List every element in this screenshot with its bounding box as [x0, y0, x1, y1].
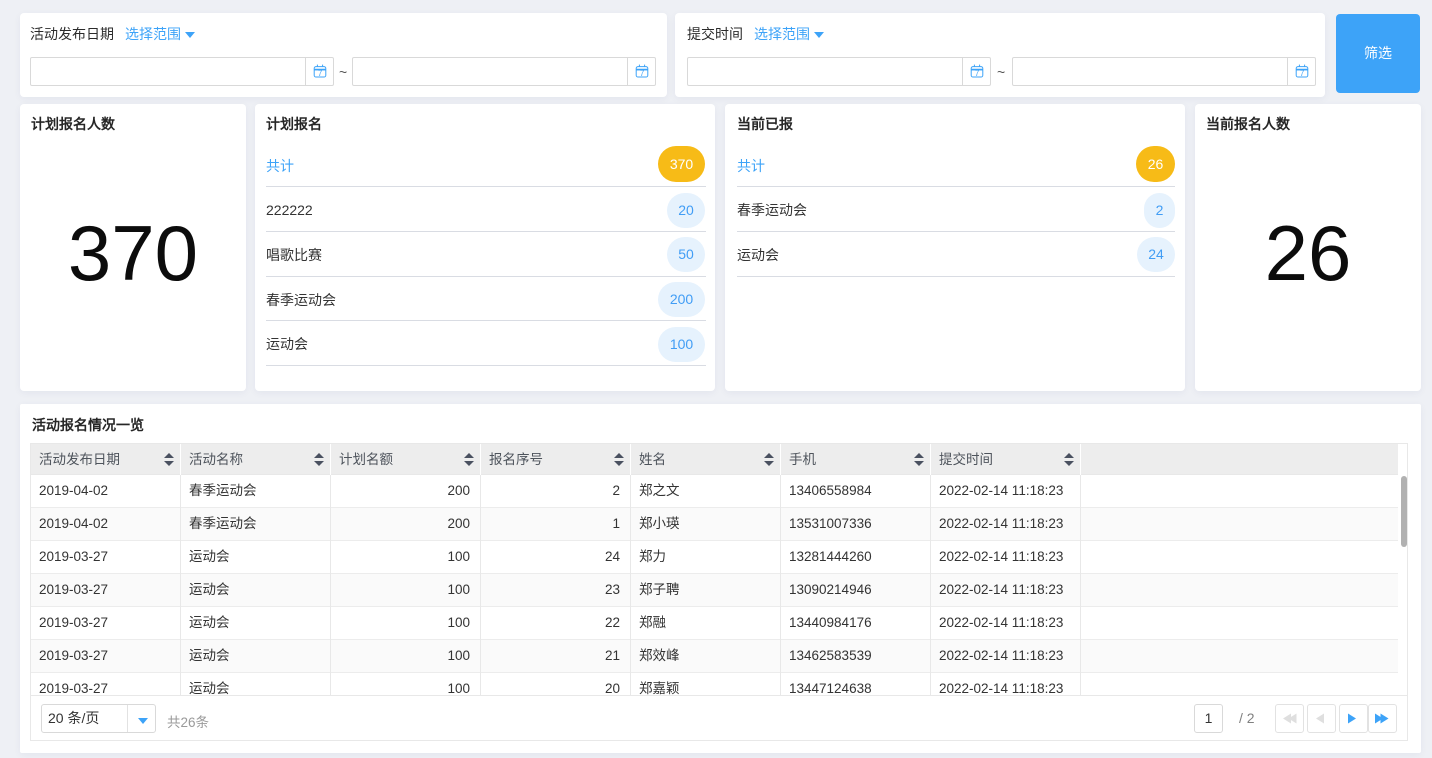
svg-text:7: 7 [1300, 69, 1305, 78]
svg-text:7: 7 [640, 69, 645, 78]
svg-text:7: 7 [975, 69, 980, 78]
svg-text:7: 7 [318, 69, 323, 78]
